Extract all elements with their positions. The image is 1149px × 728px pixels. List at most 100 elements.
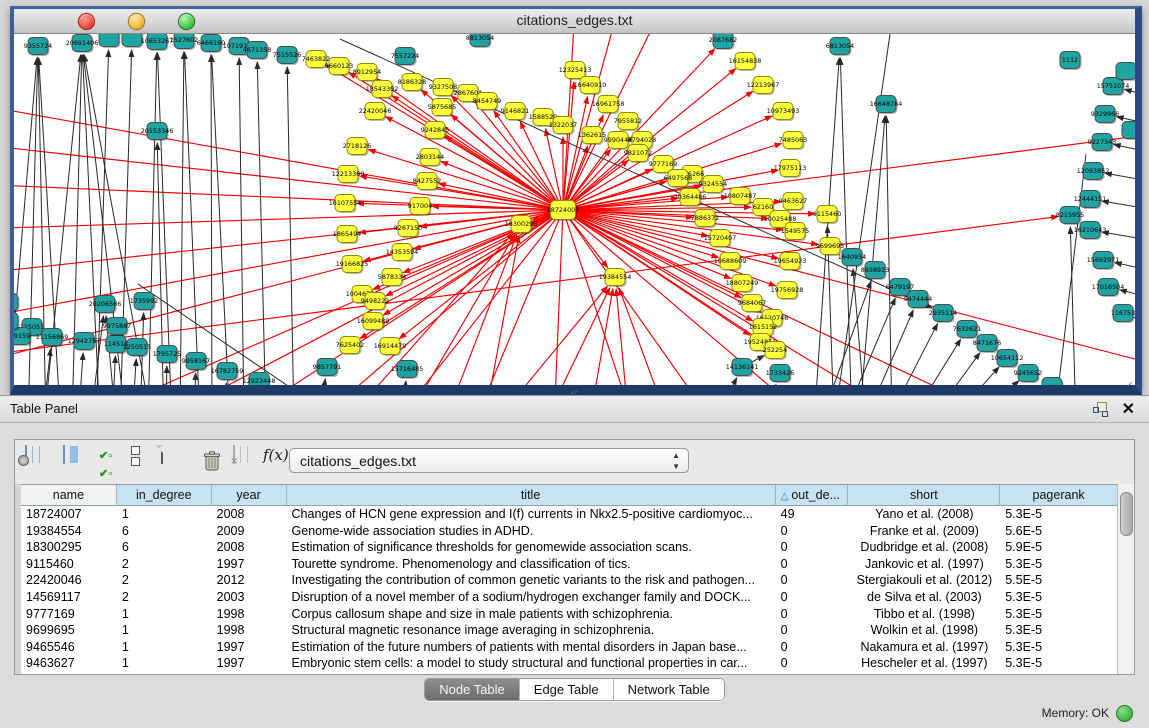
svg-text:16154838: 16154838 <box>729 57 762 65</box>
svg-text:15692971: 15692971 <box>1087 256 1120 264</box>
splitter-handle[interactable]: ▴▾ <box>568 391 580 396</box>
new-column-button[interactable] <box>161 446 191 476</box>
table-cell: Jankovic et al. (1997) <box>849 556 1001 573</box>
table-cell: 1 <box>117 655 212 672</box>
svg-text:7625402: 7625402 <box>336 341 364 349</box>
graph-node[interactable] <box>14 313 18 330</box>
graph-node[interactable] <box>1042 378 1062 386</box>
column-label: out_de... <box>791 488 840 502</box>
column-label: in_degree <box>136 488 192 502</box>
table-cell: 5.3E-5 <box>1000 589 1118 606</box>
table-row[interactable]: 946554611997Estimation of the future num… <box>21 639 1118 656</box>
table-cell: Estimation of the future numbers of pati… <box>287 639 776 656</box>
table-header-row: name in_degree yeartitle△out_de...shortpag… <box>21 485 1118 506</box>
table-cell: 1 <box>117 506 212 523</box>
table-cell: 0 <box>776 523 849 540</box>
column-header-year[interactable]: year <box>212 485 287 505</box>
svg-text:16640910: 16640910 <box>574 81 607 89</box>
new-document-icon <box>161 445 163 464</box>
table-cell: Tibbo et al. (1998) <box>849 606 1001 623</box>
float-window-icon[interactable] <box>1093 402 1107 415</box>
svg-text:1112: 1112 <box>1062 56 1078 64</box>
table-row[interactable]: 977716911998Corpus callosum shape and si… <box>21 606 1118 623</box>
table-cell: Embryonic stem cells: a model to study s… <box>287 655 776 672</box>
svg-text:9227343: 9227343 <box>1088 138 1116 146</box>
column-header-short[interactable]: short <box>848 485 1000 505</box>
memory-status-icon[interactable] <box>1116 705 1133 722</box>
graph-node[interactable] <box>14 294 18 311</box>
table-cell: Dudbridge et al. (2008) <box>849 539 1001 556</box>
svg-text:2803144: 2803144 <box>416 153 444 161</box>
select-all-columns-button[interactable]: ✔▫✔▫ <box>99 446 129 476</box>
svg-text:4671358: 4671358 <box>243 46 271 54</box>
svg-text:10654112: 10654112 <box>991 354 1024 362</box>
table-cell: Yano et al. (2008) <box>849 506 1001 523</box>
svg-text:1549575: 1549575 <box>781 227 809 235</box>
svg-text:9684067: 9684067 <box>738 299 766 307</box>
table-row[interactable]: 1938455462009Genome-wide association stu… <box>21 523 1118 540</box>
svg-text:14136141: 14136141 <box>726 363 759 371</box>
table-cell: 2003 <box>212 589 287 606</box>
tab-network-table[interactable]: Network Table <box>614 679 724 700</box>
svg-text:15720407: 15720407 <box>704 234 737 242</box>
graph-node[interactable] <box>1122 122 1135 139</box>
svg-text:8267150: 8267150 <box>394 224 422 232</box>
tab-node-table[interactable]: Node Table <box>425 679 520 700</box>
svg-text:9958167: 9958167 <box>182 357 210 365</box>
svg-text:6479197: 6479197 <box>886 283 914 291</box>
svg-text:8794028: 8794028 <box>628 136 656 144</box>
table-row[interactable]: 911546021997Tourette syndrome. Phenomeno… <box>21 556 1118 573</box>
table-cell: 1 <box>117 622 212 639</box>
svg-text:1250515: 1250515 <box>123 343 151 351</box>
table-row[interactable]: 946362711997Embryonic stem cells: a mode… <box>21 655 1118 672</box>
delete-table-button[interactable]: ✕ <box>233 446 263 476</box>
table-row[interactable]: 2242004622012Investigating the contribut… <box>21 572 1118 589</box>
svg-text:18300295: 18300295 <box>505 220 538 228</box>
column-header-pagerank[interactable]: pagerank <box>1000 485 1118 505</box>
table-select-dropdown[interactable]: citations_edges.txt ▲▼ <box>289 448 689 473</box>
table-cell: 5.6E-5 <box>1000 523 1118 540</box>
table-cell: 0 <box>776 639 849 656</box>
table-cell: 0 <box>776 539 849 556</box>
table-cell: 5.3E-5 <box>1000 622 1118 639</box>
column-header-in-degree[interactable]: in_degree <box>117 485 212 505</box>
table-row[interactable]: 1872400712008Changes of HCN gene express… <box>21 506 1118 523</box>
svg-text:8427552: 8427552 <box>413 177 441 185</box>
svg-text:9498222: 9498222 <box>361 297 389 305</box>
svg-text:1640954: 1640954 <box>838 253 866 261</box>
close-icon[interactable]: ✕ <box>1122 399 1135 419</box>
table-row[interactable]: 1456911722003Disruption of a novel membe… <box>21 589 1118 606</box>
svg-text:17016504: 17016504 <box>1092 283 1125 291</box>
tab-edge-table[interactable]: Edge Table <box>520 679 614 700</box>
delete-column-button[interactable] <box>197 446 227 476</box>
svg-text:9329966: 9329966 <box>1091 110 1119 118</box>
column-header-out-de[interactable]: △out_de... <box>776 485 849 505</box>
table-cell: Changes of HCN gene expression and I(f) … <box>287 506 776 523</box>
graph-node[interactable] <box>122 34 142 47</box>
column-header-name[interactable]: name <box>21 485 117 505</box>
network-canvas[interactable]: 1872400718300295193845549355724206914061… <box>14 34 1135 385</box>
table-cell: 0 <box>776 589 849 606</box>
graph-node[interactable] <box>1116 63 1135 80</box>
network-graph[interactable]: 1872400718300295193845549355724206914061… <box>14 34 1135 385</box>
svg-text:16099489: 16099489 <box>357 317 390 325</box>
table-cell: 2 <box>117 572 212 589</box>
table-cell: 2008 <box>212 539 287 556</box>
svg-text:11156869: 11156869 <box>36 333 69 341</box>
vertical-scrollbar[interactable] <box>1117 484 1134 674</box>
table-cell: 5.9E-5 <box>1000 539 1118 556</box>
table-row[interactable]: 969969511998Structural magnetic resonanc… <box>21 622 1118 639</box>
select-columns-button[interactable] <box>63 446 93 476</box>
svg-text:20691406: 20691406 <box>66 39 99 47</box>
graph-node[interactable] <box>99 34 119 47</box>
table-select-value: citations_edges.txt <box>300 453 416 469</box>
table-settings-button[interactable] <box>25 446 55 476</box>
network-window-titlebar[interactable]: citations_edges.txt <box>14 9 1135 34</box>
table-cell: 9463627 <box>21 655 117 672</box>
scrollbar-thumb[interactable] <box>1120 492 1133 536</box>
window-title: citations_edges.txt <box>14 12 1135 28</box>
svg-text:9355724: 9355724 <box>24 42 52 50</box>
svg-text:7886372: 7886372 <box>691 214 719 222</box>
column-header-title[interactable]: title <box>287 485 776 505</box>
table-row[interactable]: 1830029562008Estimation of significance … <box>21 539 1118 556</box>
